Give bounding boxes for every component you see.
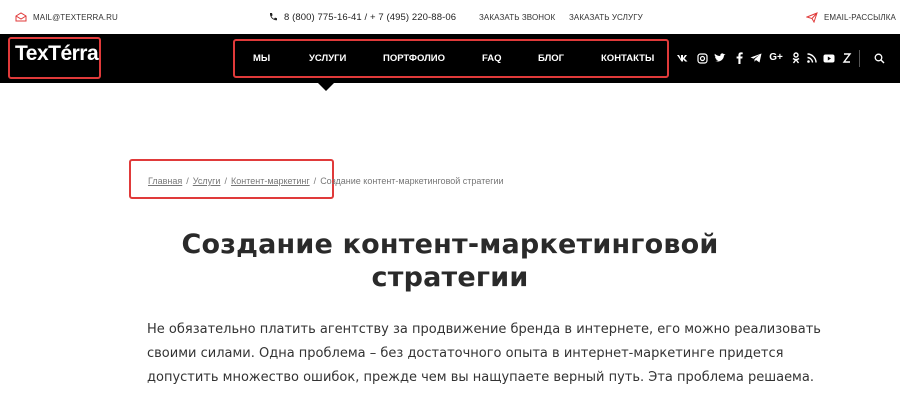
callback-label: ЗАКАЗАТЬ ЗВОНОК bbox=[479, 12, 556, 22]
nav-item-portfolio[interactable]: ПОРТФОЛИО bbox=[383, 34, 445, 83]
nav-divider bbox=[859, 50, 860, 67]
order-service-link[interactable]: ЗАКАЗАТЬ УСЛУГУ bbox=[569, 0, 643, 34]
paper-plane-icon bbox=[806, 11, 818, 23]
top-bar: MAIL@TEXTERRA.RU 8 (800) 775-16-41 / + 7… bbox=[0, 0, 900, 34]
page-title: Создание контент-маркетинговой стратегии bbox=[100, 228, 800, 294]
breadcrumb-current: Создание контент-маркетинговой стратегии bbox=[320, 176, 504, 186]
phones[interactable]: 8 (800) 775-16-41 / + 7 (495) 220-88-06 bbox=[268, 0, 456, 34]
facebook-icon[interactable] bbox=[733, 52, 745, 64]
nav-item-services[interactable]: УСЛУГИ bbox=[309, 34, 346, 83]
rss-icon[interactable] bbox=[806, 52, 818, 64]
breadcrumb: Главная / Услуги / Контент-маркетинг / Создани… bbox=[148, 176, 504, 186]
telegram-icon[interactable] bbox=[750, 52, 762, 64]
search-icon[interactable] bbox=[873, 52, 885, 64]
nav-item-faq[interactable]: FAQ bbox=[482, 34, 502, 83]
breadcrumb-content-marketing[interactable]: Контент-маркетинг bbox=[231, 176, 310, 186]
intro-line: допустить множество ошибок, прежде чем в… bbox=[147, 370, 814, 385]
nav-item-contacts[interactable]: КОНТАКТЫ bbox=[601, 34, 654, 83]
odnoklassniki-icon[interactable] bbox=[790, 52, 802, 64]
nav-item-my[interactable]: МЫ bbox=[253, 34, 270, 83]
phone-icon bbox=[269, 13, 277, 21]
page-title-line2: стратегии bbox=[371, 262, 529, 293]
breadcrumb-separator: / bbox=[186, 176, 189, 186]
twitter-icon[interactable] bbox=[714, 52, 726, 64]
breadcrumb-services[interactable]: Услуги bbox=[193, 176, 221, 186]
breadcrumb-separator: / bbox=[224, 176, 227, 186]
active-nav-pointer bbox=[318, 83, 334, 91]
newsletter-label: EMAIL-РАССЫЛКА bbox=[824, 12, 896, 22]
vk-icon[interactable] bbox=[677, 52, 689, 64]
intro-paragraph: Не обязательно платить агентству за прод… bbox=[147, 318, 821, 390]
main-navbar: TexTérra МЫ УСЛУГИ ПОРТФОЛИО FAQ БЛОГ КО… bbox=[0, 34, 900, 83]
envelope-icon bbox=[15, 12, 27, 22]
instagram-icon[interactable] bbox=[696, 52, 708, 64]
breadcrumb-separator: / bbox=[313, 176, 317, 186]
logo-highlight bbox=[8, 37, 101, 79]
callback-link[interactable]: ЗАКАЗАТЬ ЗВОНОК bbox=[479, 0, 555, 34]
google-plus-icon[interactable]: G+ bbox=[768, 52, 784, 64]
zen-icon[interactable] bbox=[841, 52, 853, 64]
youtube-icon[interactable] bbox=[823, 52, 835, 64]
intro-line: Не обязательно платить агентству за прод… bbox=[147, 322, 821, 337]
email-text: MAIL@TEXTERRA.RU bbox=[33, 12, 118, 22]
phones-text: 8 (800) 775-16-41 / + 7 (495) 220-88-06 bbox=[284, 11, 457, 23]
newsletter-link[interactable]: EMAIL-РАССЫЛКА bbox=[806, 0, 896, 34]
email-link[interactable]: MAIL@TEXTERRA.RU bbox=[15, 0, 118, 34]
breadcrumb-home[interactable]: Главная bbox=[148, 176, 182, 186]
order-service-label: ЗАКАЗАТЬ УСЛУГУ bbox=[569, 12, 643, 22]
page-title-line1: Создание контент-маркетинговой bbox=[181, 229, 719, 260]
nav-item-blog[interactable]: БЛОГ bbox=[538, 34, 564, 83]
intro-line: своими силами. Одна проблема – без доста… bbox=[147, 346, 784, 361]
